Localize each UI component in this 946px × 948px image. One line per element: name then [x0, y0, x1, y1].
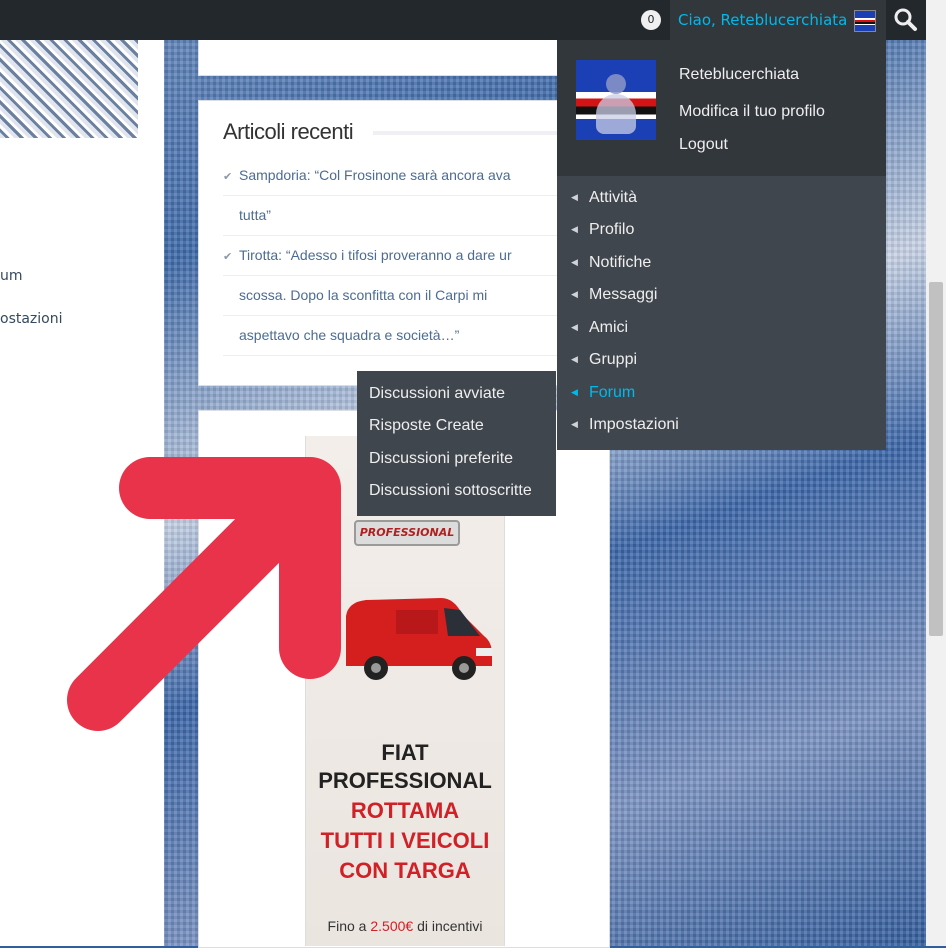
- red-arrow-annotation-icon: [67, 457, 341, 731]
